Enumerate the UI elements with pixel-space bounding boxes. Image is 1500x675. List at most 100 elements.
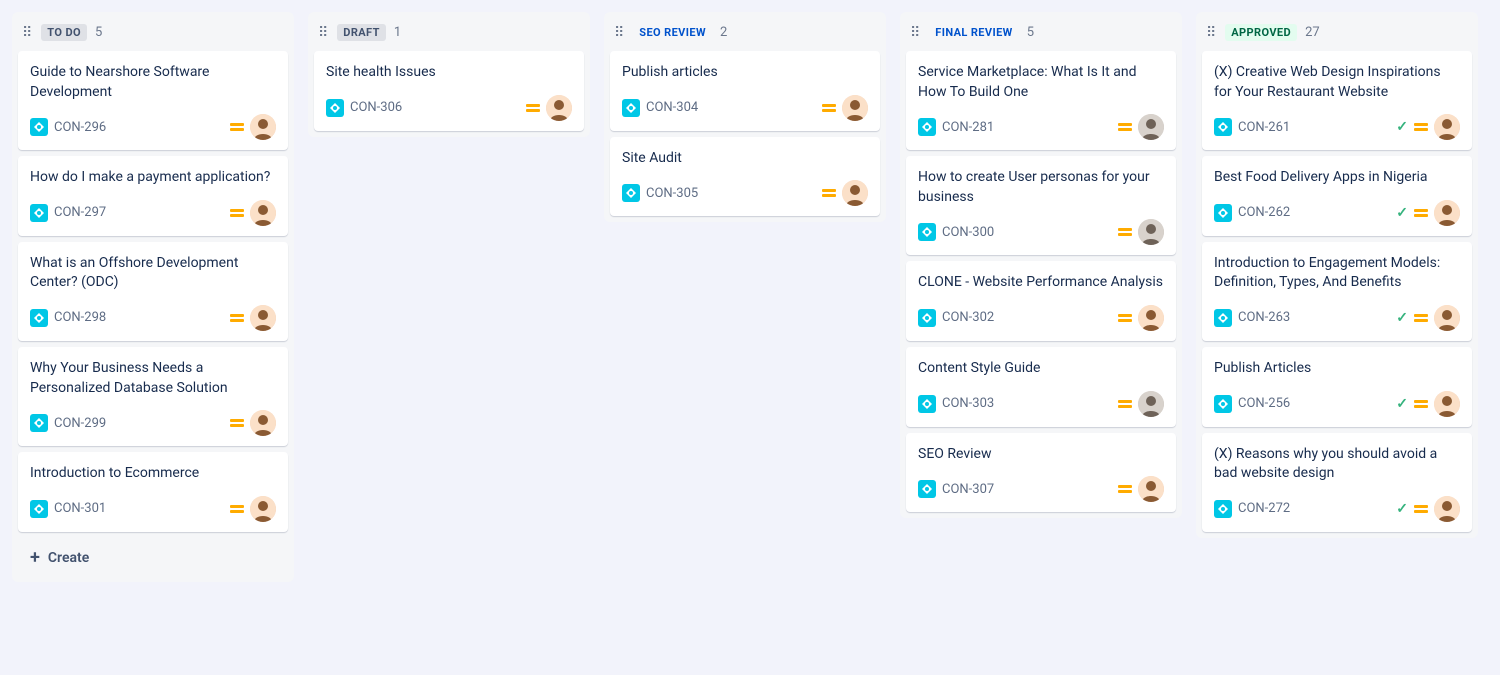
assignee-avatar[interactable] (1434, 305, 1460, 331)
assignee-avatar[interactable] (842, 180, 868, 206)
column-count: 1 (394, 25, 401, 40)
card[interactable]: Best Food Delivery Apps in NigeriaCON-26… (1202, 156, 1472, 236)
card[interactable]: How to create User personas for your bus… (906, 156, 1176, 255)
column-header[interactable]: ⠿SEO REVIEW2 (604, 12, 886, 51)
drag-handle-icon[interactable]: ⠿ (1206, 25, 1217, 41)
assignee-avatar[interactable] (1138, 114, 1164, 140)
done-check-icon: ✓ (1396, 501, 1408, 517)
ticket-key[interactable]: CON-299 (54, 416, 106, 431)
assignee-avatar[interactable] (1434, 391, 1460, 417)
card-footer: CON-297 (30, 200, 276, 226)
card-meta-right: ✓ (1396, 200, 1460, 226)
card[interactable]: What is an Offshore Development Center? … (18, 242, 288, 341)
card-title: Guide to Nearshore Software Development (30, 63, 276, 102)
assignee-avatar[interactable] (250, 496, 276, 522)
assignee-avatar[interactable] (546, 95, 572, 121)
card[interactable]: Site health IssuesCON-306 (314, 51, 584, 131)
done-check-icon: ✓ (1396, 119, 1408, 135)
priority-medium-icon (1118, 228, 1132, 236)
card[interactable]: Service Marketplace: What Is It and How … (906, 51, 1176, 150)
card-meta-left: CON-305 (622, 184, 698, 202)
ticket-key[interactable]: CON-305 (646, 186, 698, 201)
assignee-avatar[interactable] (1138, 391, 1164, 417)
ticket-key[interactable]: CON-306 (350, 100, 402, 115)
card-meta-right (230, 496, 276, 522)
issue-type-icon (30, 309, 48, 327)
ticket-key[interactable]: CON-297 (54, 205, 106, 220)
ticket-key[interactable]: CON-296 (54, 120, 106, 135)
column-count: 5 (95, 25, 102, 40)
assignee-avatar[interactable] (250, 114, 276, 140)
cards-list: Publish articlesCON-304Site AuditCON-305 (604, 51, 886, 222)
card[interactable]: Guide to Nearshore Software Development C… (18, 51, 288, 150)
card-title: Introduction to Ecommerce (30, 464, 276, 484)
card-meta-left: CON-272 (1214, 500, 1290, 518)
assignee-avatar[interactable] (1434, 200, 1460, 226)
ticket-key[interactable]: CON-298 (54, 310, 106, 325)
card-meta-left: CON-263 (1214, 309, 1290, 327)
assignee-avatar[interactable] (250, 200, 276, 226)
ticket-key[interactable]: CON-256 (1238, 396, 1290, 411)
priority-medium-icon (1118, 485, 1132, 493)
assignee-avatar[interactable] (842, 95, 868, 121)
assignee-avatar[interactable] (1434, 114, 1460, 140)
card[interactable]: (X) Creative Web Design Inspirations for… (1202, 51, 1472, 150)
assignee-avatar[interactable] (1138, 476, 1164, 502)
drag-handle-icon[interactable]: ⠿ (22, 25, 33, 41)
card-meta-right: ✓ (1396, 391, 1460, 417)
card-title: (X) Creative Web Design Inspirations for… (1214, 63, 1460, 102)
card-meta-left: CON-299 (30, 414, 106, 432)
drag-handle-icon[interactable]: ⠿ (614, 25, 625, 41)
card[interactable]: SEO ReviewCON-307 (906, 433, 1176, 513)
column-header[interactable]: ⠿DRAFT1 (308, 12, 590, 51)
ticket-key[interactable]: CON-263 (1238, 310, 1290, 325)
issue-type-icon (1214, 500, 1232, 518)
drag-handle-icon[interactable]: ⠿ (910, 25, 921, 41)
card-meta-right (1118, 305, 1164, 331)
card-meta-right (822, 95, 868, 121)
assignee-avatar[interactable] (1434, 496, 1460, 522)
drag-handle-icon[interactable]: ⠿ (318, 25, 329, 41)
card-title: How to create User personas for your bus… (918, 168, 1164, 207)
card[interactable]: Publish ArticlesCON-256✓ (1202, 347, 1472, 427)
card[interactable]: How do I make a payment application?CON-… (18, 156, 288, 236)
card[interactable]: Content Style GuideCON-303 (906, 347, 1176, 427)
create-issue-button[interactable]: +Create (18, 540, 288, 576)
ticket-key[interactable]: CON-272 (1238, 501, 1290, 516)
card-meta-left: CON-301 (30, 500, 106, 518)
card-meta-left: CON-281 (918, 118, 994, 136)
priority-medium-icon (1118, 314, 1132, 322)
card-title: What is an Offshore Development Center? … (30, 254, 276, 293)
ticket-key[interactable]: CON-302 (942, 310, 994, 325)
card-meta-right (230, 410, 276, 436)
card[interactable]: CLONE - Website Performance AnalysisCON-… (906, 261, 1176, 341)
card-meta-right: ✓ (1396, 496, 1460, 522)
ticket-key[interactable]: CON-281 (942, 120, 994, 135)
card[interactable]: Publish articlesCON-304 (610, 51, 880, 131)
card[interactable]: (X) Reasons why you should avoid a bad w… (1202, 433, 1472, 532)
ticket-key[interactable]: CON-301 (54, 501, 106, 516)
column-count: 27 (1305, 25, 1320, 40)
card[interactable]: Why Your Business Needs a Personalized D… (18, 347, 288, 446)
ticket-key[interactable]: CON-300 (942, 225, 994, 240)
issue-type-icon (1214, 309, 1232, 327)
assignee-avatar[interactable] (250, 305, 276, 331)
card[interactable]: Site AuditCON-305 (610, 137, 880, 217)
assignee-avatar[interactable] (1138, 305, 1164, 331)
assignee-avatar[interactable] (250, 410, 276, 436)
ticket-key[interactable]: CON-303 (942, 396, 994, 411)
card[interactable]: Introduction to Engagement Models: Defin… (1202, 242, 1472, 341)
priority-medium-icon (230, 419, 244, 427)
ticket-key[interactable]: CON-307 (942, 482, 994, 497)
column-header[interactable]: ⠿TO DO5 (12, 12, 294, 51)
ticket-key[interactable]: CON-261 (1238, 120, 1290, 135)
card-footer: CON-281 (918, 114, 1164, 140)
issue-type-icon (918, 118, 936, 136)
card[interactable]: Introduction to Ecommerce CON-301 (18, 452, 288, 532)
column-header[interactable]: ⠿FINAL REVIEW5 (900, 12, 1182, 51)
assignee-avatar[interactable] (1138, 219, 1164, 245)
column-header[interactable]: ⠿APPROVED27 (1196, 12, 1478, 51)
card-footer: CON-262 ✓ (1214, 200, 1460, 226)
ticket-key[interactable]: CON-262 (1238, 205, 1290, 220)
ticket-key[interactable]: CON-304 (646, 100, 698, 115)
